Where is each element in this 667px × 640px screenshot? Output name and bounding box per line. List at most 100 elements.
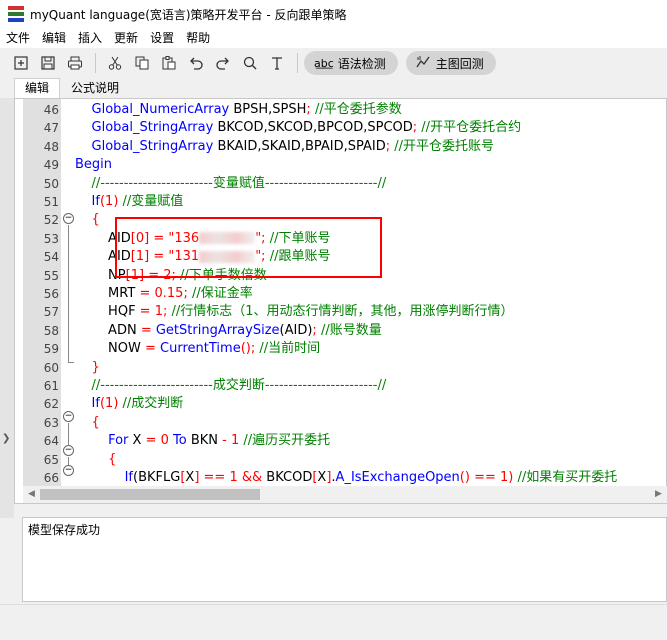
menu-edit[interactable]: 编辑 bbox=[36, 28, 72, 48]
code-token: To bbox=[168, 433, 187, 449]
code-editor[interactable]: 46 Global_NumericArray BPSH,SPSH; //平仓委托… bbox=[14, 98, 667, 504]
code-token: Global_StringArray bbox=[91, 120, 214, 136]
tab-edit[interactable]: 编辑 bbox=[14, 78, 61, 98]
code-token: If bbox=[91, 396, 100, 412]
menu-update[interactable]: 更新 bbox=[108, 28, 144, 48]
status-message: 模型保存成功 bbox=[28, 523, 101, 537]
code-line[interactable]: 47 Global_StringArray BKCOD,SKCOD,BPCOD,… bbox=[15, 119, 655, 137]
code-token: (AID) bbox=[279, 322, 313, 338]
expand-panel-icon[interactable]: ❯ bbox=[2, 433, 10, 444]
code-line[interactable]: 46 Global_NumericArray BPSH,SPSH; //平仓委托… bbox=[15, 101, 655, 119]
code-line[interactable]: 50 //------------------------变量赋值-------… bbox=[15, 175, 655, 193]
code-text: { bbox=[75, 451, 116, 469]
horizontal-scrollbar[interactable]: ◀ ▶ bbox=[23, 486, 667, 503]
window-title: myQuant language(宽语言)策略开发平台 - 反向跟单策略 bbox=[30, 7, 347, 22]
code-token: For bbox=[108, 433, 129, 449]
code-token: GetStringArraySize bbox=[155, 322, 280, 338]
scroll-left-icon[interactable]: ◀ bbox=[23, 486, 40, 503]
code-token: //平仓委托参数 bbox=[310, 102, 402, 117]
code-line[interactable]: 59 NOW = CurrentTime(); //当前时间 bbox=[15, 340, 655, 358]
backtest-label: 主图回测 bbox=[435, 56, 484, 71]
code-line[interactable]: 65 { bbox=[15, 451, 655, 469]
code-text: If(1) //变量赋值 bbox=[75, 193, 184, 211]
code-line[interactable]: 63 { bbox=[15, 414, 655, 432]
fold-toggle-icon[interactable]: − bbox=[63, 445, 74, 456]
code-line[interactable]: 58 ADN = GetStringArraySize(AID); //账号数量 bbox=[15, 322, 655, 340]
line-number: 64 bbox=[43, 434, 59, 449]
line-number: 55 bbox=[43, 268, 59, 283]
menu-settings[interactable]: 设置 bbox=[144, 28, 180, 48]
code-line[interactable]: 49 Begin bbox=[15, 156, 655, 174]
code-token: ADN bbox=[75, 322, 137, 338]
code-text: } bbox=[75, 359, 100, 377]
redo-icon[interactable] bbox=[210, 50, 236, 76]
code-text: //------------------------成交判断----------… bbox=[75, 377, 387, 395]
code-token: //如果有买开委托 bbox=[513, 470, 618, 485]
line-number: 61 bbox=[43, 379, 59, 393]
code-line[interactable]: 56 MRT = 0.15; //保证金率 bbox=[15, 285, 655, 303]
code-text: MRT = 0.15; //保证金率 bbox=[75, 285, 253, 303]
code-token: //------------------------成交判断----------… bbox=[75, 378, 387, 393]
code-text: ADN = GetStringArraySize(AID); //账号数量 bbox=[75, 322, 382, 340]
code-token: //开平仓委托合约 bbox=[417, 120, 522, 136]
search-icon[interactable] bbox=[237, 50, 263, 76]
code-text: { bbox=[75, 414, 100, 432]
code-token: If bbox=[91, 194, 100, 209]
code-line[interactable]: 57 HQF = 1; //行情标志（1、用动态行情判断，其他，用涨停判断行情） bbox=[15, 303, 655, 321]
syntax-check-button[interactable]: a͟b͟c 语法检测 bbox=[304, 51, 398, 75]
code-text: { bbox=[75, 211, 100, 229]
code-token: X bbox=[317, 470, 327, 485]
fold-guide bbox=[68, 423, 69, 445]
code-token: If bbox=[124, 470, 134, 485]
code-token: BKAID,SKAID,BPAID,SPAID bbox=[213, 138, 386, 154]
menu-bar: 文件 编辑 插入 更新 设置 帮助 bbox=[0, 28, 667, 48]
code-line[interactable]: 61 //------------------------成交判断-------… bbox=[15, 377, 655, 395]
line-number: 56 bbox=[43, 287, 59, 301]
fold-toggle-icon[interactable]: − bbox=[63, 465, 74, 476]
code-line[interactable]: 62 If(1) //成交判断 bbox=[15, 395, 655, 413]
scroll-thumb[interactable] bbox=[40, 489, 260, 500]
scroll-right-icon[interactable]: ▶ bbox=[650, 486, 667, 503]
code-line[interactable]: 64 For X = 0 To BKN - 1 //遍历买开委托 bbox=[15, 432, 655, 450]
line-number: 66 bbox=[43, 471, 59, 485]
code-token: BPSH,SPSH bbox=[229, 102, 307, 117]
undo-icon[interactable] bbox=[183, 50, 209, 76]
code-token: && bbox=[237, 470, 267, 485]
fold-toggle-icon[interactable]: − bbox=[63, 411, 74, 422]
fold-toggle-icon[interactable]: − bbox=[63, 213, 74, 224]
paste-icon[interactable] bbox=[156, 50, 182, 76]
line-number: 59 bbox=[43, 342, 59, 357]
save-icon[interactable] bbox=[35, 50, 61, 76]
backtest-button[interactable]: 主图回测 bbox=[405, 51, 496, 75]
line-number: 50 bbox=[43, 176, 59, 191]
code-line[interactable]: 66 If(BKFLG[X] == 1 && BKCOD[X].A_IsExch… bbox=[15, 469, 655, 487]
code-line[interactable]: 60 } bbox=[15, 359, 655, 377]
code-token: } bbox=[91, 359, 100, 375]
code-line[interactable]: 51 If(1) //变量赋值 bbox=[15, 193, 655, 211]
code-text: //------------------------变量赋值----------… bbox=[75, 175, 387, 193]
line-number: 46 bbox=[43, 103, 59, 117]
tab-formula-description[interactable]: 公式说明 bbox=[60, 78, 130, 98]
new-file-icon[interactable] bbox=[8, 50, 34, 76]
menu-file[interactable]: 文件 bbox=[0, 28, 36, 48]
code-token: 1 bbox=[229, 470, 238, 485]
copy-icon[interactable] bbox=[129, 50, 155, 76]
highlight-box bbox=[115, 217, 382, 278]
code-text: For X = 0 To BKN - 1 //遍历买开委托 bbox=[75, 432, 330, 450]
code-line[interactable]: 48 Global_StringArray BKAID,SKAID,BPAID,… bbox=[15, 138, 655, 156]
menu-help[interactable]: 帮助 bbox=[180, 28, 216, 48]
code-token: 0 bbox=[160, 433, 169, 449]
text-icon[interactable] bbox=[264, 50, 290, 76]
line-number: 57 bbox=[43, 305, 59, 320]
cut-icon[interactable] bbox=[102, 50, 128, 76]
print-icon[interactable] bbox=[62, 50, 88, 76]
code-token: Begin bbox=[75, 157, 113, 173]
code-text: If(1) //成交判断 bbox=[75, 395, 184, 413]
menu-insert[interactable]: 插入 bbox=[72, 28, 108, 48]
